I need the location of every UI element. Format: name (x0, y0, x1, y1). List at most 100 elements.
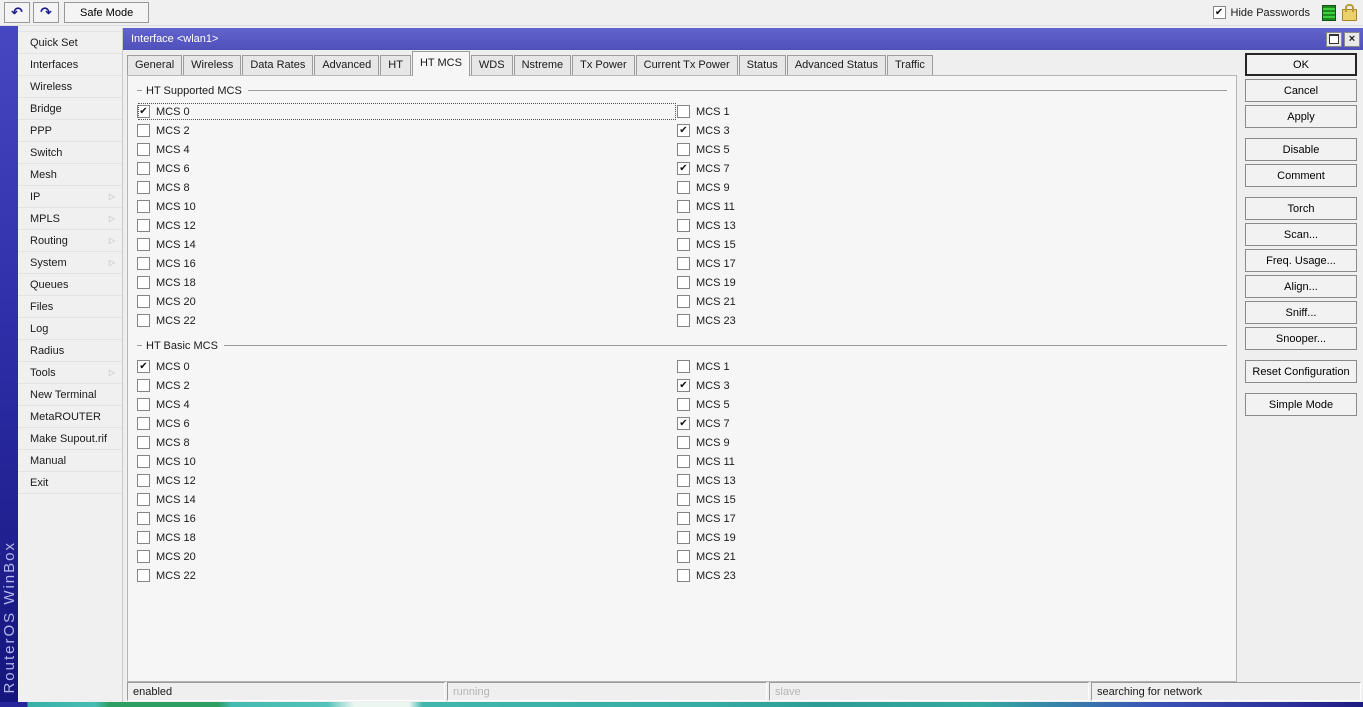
checkbox-mcs-22[interactable]: MCS 22 (137, 311, 677, 330)
close-button[interactable]: × (1344, 31, 1360, 47)
sidebar-item-bridge[interactable]: Bridge (18, 98, 122, 120)
checkbox-mcs-12[interactable]: MCS 12 (137, 471, 677, 490)
checkbox-mcs-5[interactable]: MCS 5 (677, 140, 1230, 159)
checkbox-mcs-6[interactable]: MCS 6 (137, 414, 677, 433)
checkbox-mcs-13[interactable]: MCS 13 (677, 216, 1230, 235)
checkbox-mcs-4[interactable]: MCS 4 (137, 140, 677, 159)
scan-button[interactable]: Scan... (1245, 223, 1357, 246)
sidebar-item-mpls[interactable]: MPLS ▷ (18, 208, 122, 230)
checkbox-mcs-4[interactable]: MCS 4 (137, 395, 677, 414)
checkbox-mcs-11[interactable]: MCS 11 (677, 452, 1230, 471)
checkbox-mcs-21[interactable]: MCS 21 (677, 292, 1230, 311)
checkbox-mcs-2[interactable]: MCS 2 (137, 376, 677, 395)
checkbox-mcs-0[interactable]: ✔ MCS 0 (137, 357, 677, 376)
sniff-button[interactable]: Sniff... (1245, 301, 1357, 324)
checkbox-mcs-5[interactable]: MCS 5 (677, 395, 1230, 414)
sidebar-item-ppp[interactable]: PPP (18, 120, 122, 142)
sidebar-item-manual[interactable]: Manual (18, 450, 122, 472)
checkbox-mcs-8[interactable]: MCS 8 (137, 178, 677, 197)
checkbox-mcs-15[interactable]: MCS 15 (677, 490, 1230, 509)
sidebar-item-switch[interactable]: Switch (18, 142, 122, 164)
tab-traffic[interactable]: Traffic (886, 55, 933, 75)
apply-button[interactable]: Apply (1245, 105, 1357, 128)
checkbox-mcs-6[interactable]: MCS 6 (137, 159, 677, 178)
checkbox-mcs-10[interactable]: MCS 10 (137, 452, 677, 471)
sidebar-item-log[interactable]: Log (18, 318, 122, 340)
comment-button[interactable]: Comment (1245, 164, 1357, 187)
tab-advanced-status[interactable]: Advanced Status (786, 55, 886, 75)
checkbox-mcs-7[interactable]: ✔ MCS 7 (677, 414, 1230, 433)
sidebar-item-queues[interactable]: Queues (18, 274, 122, 296)
restore-button[interactable] (1326, 31, 1342, 47)
sidebar-item-radius[interactable]: Radius (18, 340, 122, 362)
freq-usage-button[interactable]: Freq. Usage... (1245, 249, 1357, 272)
sidebar-item-wireless[interactable]: Wireless (18, 76, 122, 98)
checkbox-mcs-3[interactable]: ✔ MCS 3 (677, 121, 1230, 140)
checkbox-mcs-3[interactable]: ✔ MCS 3 (677, 376, 1230, 395)
checkbox-mcs-17[interactable]: MCS 17 (677, 254, 1230, 273)
checkbox-mcs-9[interactable]: MCS 9 (677, 433, 1230, 452)
tab-ht[interactable]: HT (380, 55, 411, 75)
torch-button[interactable]: Torch (1245, 197, 1357, 220)
sidebar-item-metarouter[interactable]: MetaROUTER (18, 406, 122, 428)
checkbox-mcs-14[interactable]: MCS 14 (137, 235, 677, 254)
checkbox-mcs-0[interactable]: ✔ MCS 0 (137, 102, 677, 121)
checkbox-mcs-20[interactable]: MCS 20 (137, 547, 677, 566)
checkbox-mcs-9[interactable]: MCS 9 (677, 178, 1230, 197)
checkbox-mcs-16[interactable]: MCS 16 (137, 254, 677, 273)
simple-mode-button[interactable]: Simple Mode (1245, 393, 1357, 416)
checkbox-mcs-14[interactable]: MCS 14 (137, 490, 677, 509)
tab-status[interactable]: Status (738, 55, 786, 75)
checkbox-mcs-12[interactable]: MCS 12 (137, 216, 677, 235)
checkbox-mcs-10[interactable]: MCS 10 (137, 197, 677, 216)
checkbox-mcs-18[interactable]: MCS 18 (137, 273, 677, 292)
tab-nstreme[interactable]: Nstreme (513, 55, 572, 75)
hide-passwords-checkbox[interactable]: ✔ (1212, 6, 1226, 19)
safe-mode-button[interactable]: Safe Mode (64, 2, 150, 23)
snooper-button[interactable]: Snooper... (1245, 327, 1357, 350)
undo-button[interactable]: ↶ (4, 2, 30, 23)
ok-button[interactable]: OK (1245, 53, 1357, 76)
checkbox-mcs-19[interactable]: MCS 19 (677, 528, 1230, 547)
sidebar-item-make-supout-rif[interactable]: Make Supout.rif (18, 428, 122, 450)
checkbox-mcs-17[interactable]: MCS 17 (677, 509, 1230, 528)
checkbox-mcs-22[interactable]: MCS 22 (137, 566, 677, 585)
sidebar-item-ip[interactable]: IP ▷ (18, 186, 122, 208)
tab-wds[interactable]: WDS (470, 55, 513, 75)
tab-advanced[interactable]: Advanced (314, 55, 380, 75)
sidebar-item-quick-set[interactable]: Quick Set (18, 31, 122, 54)
checkbox-mcs-19[interactable]: MCS 19 (677, 273, 1230, 292)
checkbox-mcs-8[interactable]: MCS 8 (137, 433, 677, 452)
reset-configuration-button[interactable]: Reset Configuration (1245, 360, 1357, 383)
sidebar-item-mesh[interactable]: Mesh (18, 164, 122, 186)
checkbox-mcs-23[interactable]: MCS 23 (677, 566, 1230, 585)
checkbox-mcs-16[interactable]: MCS 16 (137, 509, 677, 528)
tab-current-tx-power[interactable]: Current Tx Power (635, 55, 738, 75)
sidebar-item-system[interactable]: System ▷ (18, 252, 122, 274)
sidebar-item-files[interactable]: Files (18, 296, 122, 318)
sidebar-item-exit[interactable]: Exit (18, 472, 122, 494)
tab-ht-mcs[interactable]: HT MCS (411, 51, 470, 76)
redo-button[interactable]: ↷ (33, 2, 59, 23)
checkbox-mcs-21[interactable]: MCS 21 (677, 547, 1230, 566)
checkbox-mcs-11[interactable]: MCS 11 (677, 197, 1230, 216)
tab-general[interactable]: General (127, 55, 183, 75)
checkbox-mcs-1[interactable]: MCS 1 (677, 102, 1230, 121)
tab-tx-power[interactable]: Tx Power (572, 55, 635, 75)
cancel-button[interactable]: Cancel (1245, 79, 1357, 102)
sidebar-item-interfaces[interactable]: Interfaces (18, 54, 122, 76)
checkbox-mcs-18[interactable]: MCS 18 (137, 528, 677, 547)
tab-wireless[interactable]: Wireless (183, 55, 242, 75)
sidebar-item-tools[interactable]: Tools ▷ (18, 362, 122, 384)
checkbox-mcs-23[interactable]: MCS 23 (677, 311, 1230, 330)
checkbox-mcs-13[interactable]: MCS 13 (677, 471, 1230, 490)
align-button[interactable]: Align... (1245, 275, 1357, 298)
checkbox-mcs-2[interactable]: MCS 2 (137, 121, 677, 140)
sidebar-item-new-terminal[interactable]: New Terminal (18, 384, 122, 406)
checkbox-mcs-20[interactable]: MCS 20 (137, 292, 677, 311)
checkbox-mcs-15[interactable]: MCS 15 (677, 235, 1230, 254)
tab-data-rates[interactable]: Data Rates (242, 55, 314, 75)
checkbox-mcs-7[interactable]: ✔ MCS 7 (677, 159, 1230, 178)
sidebar-item-routing[interactable]: Routing ▷ (18, 230, 122, 252)
checkbox-mcs-1[interactable]: MCS 1 (677, 357, 1230, 376)
